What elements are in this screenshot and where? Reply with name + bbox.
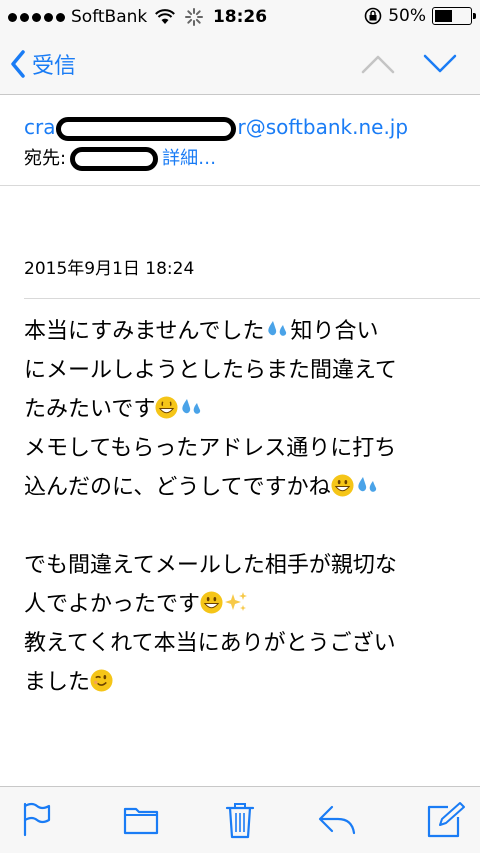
body-line: 込んだのに、どうしてですかね (24, 468, 464, 507)
recipient-line: 宛先: 詳細… (24, 144, 216, 171)
body-text: 本当にすみませんでした (24, 319, 265, 344)
details-link[interactable]: 詳細… (162, 148, 216, 169)
chevron-left-icon (11, 50, 25, 78)
flag-icon[interactable] (20, 801, 54, 837)
body-text: でも間違えてメールした相手が親切な (24, 553, 397, 578)
body-line: ました (24, 663, 464, 702)
rotation-lock-icon (364, 7, 382, 25)
back-button[interactable]: 受信 (10, 48, 76, 80)
smiling-face-icon (331, 474, 354, 497)
email-header: cra r@softbank.ne.jp 宛先: 詳細… (0, 95, 480, 186)
back-label: 受信 (32, 54, 77, 79)
sparkles-icon (225, 592, 248, 611)
status-right: 50% (364, 6, 476, 26)
body-line-blank (24, 507, 464, 546)
to-label: 宛先: (24, 148, 67, 169)
body-line: 人でよかったです (24, 585, 464, 624)
body-text: 教えてくれて本当にありがとうござい (24, 631, 396, 656)
body-text: 知り合い (290, 319, 379, 344)
battery-icon (432, 7, 476, 25)
sender-suffix: r@softbank.ne.jp (237, 115, 409, 139)
smiling-face-icon (200, 591, 223, 614)
body-text: にメールしようとしたらまた間違えて (24, 358, 397, 383)
divider (24, 298, 480, 299)
chevron-down-icon[interactable] (422, 52, 458, 76)
navigation-bar: 受信 (0, 36, 480, 95)
battery-percent: 50% (388, 6, 426, 26)
trash-icon[interactable] (224, 801, 256, 839)
body-line: 本当にすみませんでした 知り合い (24, 312, 464, 351)
body-line: たみたいです (24, 390, 464, 429)
grinning-face-icon (155, 396, 178, 419)
email-body: 本当にすみませんでした 知り合い にメールしようとしたらまた間違えて たみたいです… (24, 312, 464, 702)
reply-icon[interactable] (316, 801, 358, 837)
chevron-up-icon[interactable] (360, 52, 396, 76)
redaction-mark (56, 116, 237, 141)
body-text: ました (24, 670, 91, 695)
bottom-toolbar (0, 786, 480, 853)
redaction-mark (70, 147, 159, 171)
sweat-drops-icon (358, 477, 376, 492)
body-text: 人でよかったです (24, 592, 201, 617)
winking-face-icon (90, 669, 113, 692)
body-text: たみたいです (24, 397, 156, 422)
email-date: 2015年9月1日 18:24 (24, 259, 195, 279)
folder-icon[interactable] (122, 801, 160, 837)
sender-address[interactable]: cra r@softbank.ne.jp (24, 115, 408, 141)
status-bar: SoftBank 18:26 50% (0, 0, 480, 36)
sweat-drops-icon (268, 321, 287, 336)
body-line: でも間違えてメールした相手が親切な (24, 546, 464, 585)
body-line: メモしてもらったアドレス通りに打ち (24, 429, 464, 468)
compose-icon[interactable] (426, 801, 466, 839)
body-line: にメールしようとしたらまた間違えて (24, 351, 464, 390)
body-line: 教えてくれて本当にありがとうござい (24, 624, 464, 663)
body-text: メモしてもらったアドレス通りに打ち (24, 436, 397, 461)
sweat-drops-icon (182, 399, 201, 414)
sender-prefix: cra (24, 115, 56, 139)
body-text: 込んだのに、どうしてですかね (24, 475, 331, 500)
